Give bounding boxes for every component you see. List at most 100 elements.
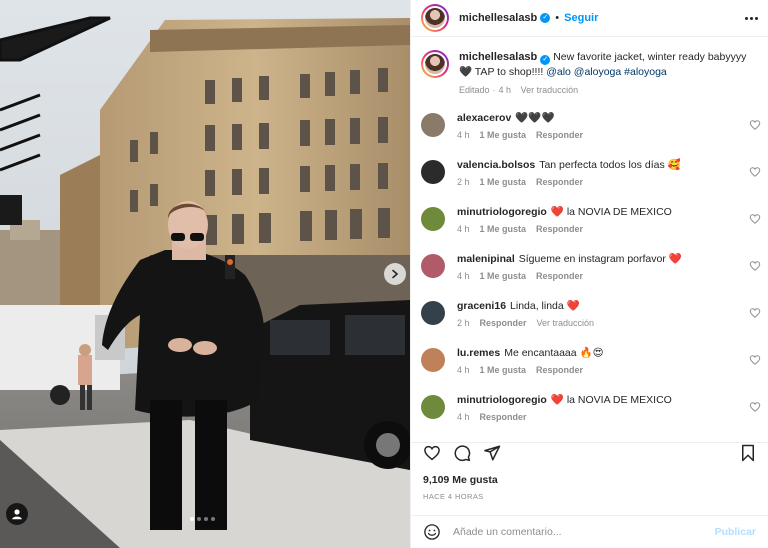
comment-text-line: malenipinal Sígueme en instagram porfavor…: [457, 252, 761, 266]
like-comment-heart-icon[interactable]: [749, 119, 761, 131]
like-comment-heart-icon[interactable]: [749, 307, 761, 319]
comment-text-line: lu.remes Me encantaaaa 🔥😍: [457, 346, 761, 360]
commenter-username[interactable]: minutriologoregio: [457, 394, 547, 406]
caption-mentions[interactable]: @alo @aloyoga #aloyoga: [546, 66, 667, 78]
author-avatar[interactable]: [421, 4, 449, 32]
comment-text: ❤️ la NOVIA DE MEXICO: [550, 394, 672, 406]
comment-likes[interactable]: 1 Me gusta: [480, 365, 527, 375]
tagged-users-button[interactable]: [6, 503, 28, 525]
reply-button[interactable]: Responder: [480, 412, 527, 422]
comment-body: valencia.bolsos Tan perfecta todos los dí…: [457, 158, 761, 187]
add-comment-bar: Publicar: [411, 515, 768, 548]
comment-item: graceni16 Linda, linda ❤️ 2 h Responder Ver …: [421, 299, 761, 328]
comment-item: minutriologoregio ❤️ la NOVIA DE MEXICO 4 …: [421, 393, 761, 422]
comment-time[interactable]: 4 h: [457, 365, 470, 375]
post-header: michellesalasb ✓ • Seguir: [411, 0, 768, 37]
comment-text: ❤️ la NOVIA DE MEXICO: [550, 206, 672, 218]
reply-button[interactable]: Responder: [536, 365, 583, 375]
comment-input[interactable]: [453, 526, 715, 538]
commenter-avatar[interactable]: [421, 207, 445, 231]
comment-text-line: valencia.bolsos Tan perfecta todos los dí…: [457, 158, 761, 172]
comment-meta: 4 h 1 Me gusta Responder: [457, 130, 761, 140]
comment-time[interactable]: 2 h: [457, 177, 470, 187]
comment-bubble-icon[interactable]: [453, 444, 471, 462]
reply-button[interactable]: Responder: [480, 318, 527, 328]
comment-likes[interactable]: 1 Me gusta: [480, 271, 527, 281]
caption-time[interactable]: 4 h: [499, 85, 512, 95]
publish-button[interactable]: Publicar: [715, 526, 756, 538]
comment-time[interactable]: 2 h: [457, 318, 470, 328]
like-comment-heart-icon[interactable]: [749, 354, 761, 366]
comment-time[interactable]: 4 h: [457, 412, 470, 422]
commenter-username[interactable]: lu.remes: [457, 347, 500, 359]
like-comment-heart-icon[interactable]: [749, 213, 761, 225]
carousel-dot: [204, 517, 208, 521]
reply-button[interactable]: Responder: [536, 177, 583, 187]
like-heart-icon[interactable]: [423, 444, 441, 462]
verified-badge-icon: ✓: [540, 55, 551, 65]
like-comment-heart-icon[interactable]: [749, 401, 761, 413]
commenter-avatar[interactable]: [421, 160, 445, 184]
reply-button[interactable]: Responder: [536, 130, 583, 140]
comment-text-line: minutriologoregio ❤️ la NOVIA DE MEXICO: [457, 205, 761, 219]
chevron-right-icon: [392, 269, 399, 279]
comment-meta: 4 h 1 Me gusta Responder: [457, 224, 761, 234]
translate-link[interactable]: Ver traducción: [537, 318, 595, 328]
translate-link[interactable]: Ver traducción: [521, 85, 579, 95]
comment-body: minutriologoregio ❤️ la NOVIA DE MEXICO 4 …: [457, 205, 761, 234]
commenter-avatar[interactable]: [421, 395, 445, 419]
more-options-icon[interactable]: [745, 16, 758, 20]
comment-likes[interactable]: 1 Me gusta: [480, 224, 527, 234]
comment-item: valencia.bolsos Tan perfecta todos los dí…: [421, 158, 761, 187]
comment-item: lu.remes Me encantaaaa 🔥😍 4 h 1 Me gusta Res…: [421, 346, 761, 375]
comment-time[interactable]: 4 h: [457, 271, 470, 281]
comment-text-line: graceni16 Linda, linda ❤️: [457, 299, 761, 313]
comment-item: alexacerov 🖤🖤🖤 4 h 1 Me gusta Responder: [421, 111, 761, 140]
emoji-picker-icon[interactable]: [423, 523, 441, 541]
comment-text-line: minutriologoregio ❤️ la NOVIA DE MEXICO: [457, 393, 761, 407]
share-paper-plane-icon[interactable]: [483, 444, 501, 462]
comment-time[interactable]: 4 h: [457, 224, 470, 234]
comment-likes[interactable]: 1 Me gusta: [480, 130, 527, 140]
reply-button[interactable]: Responder: [536, 224, 583, 234]
instagram-post: michellesalasb ✓ • Seguir michellesalasb…: [0, 0, 768, 548]
caption-meta: Editado · 4 h Ver traducción: [459, 85, 759, 95]
save-bookmark-icon[interactable]: [740, 444, 756, 462]
next-photo-button[interactable]: [384, 263, 406, 285]
like-comment-heart-icon[interactable]: [749, 260, 761, 272]
reply-button[interactable]: Responder: [536, 271, 583, 281]
comment-meta: 4 h 1 Me gusta Responder: [457, 271, 761, 281]
author-username[interactable]: michellesalasb: [459, 12, 537, 24]
commenter-username[interactable]: valencia.bolsos: [457, 159, 535, 171]
comment-meta: 2 h Responder Ver traducción: [457, 318, 761, 328]
comment-time[interactable]: 4 h: [457, 130, 470, 140]
commenter-avatar[interactable]: [421, 254, 445, 278]
comment-body: alexacerov 🖤🖤🖤 4 h 1 Me gusta Responder: [457, 111, 761, 140]
like-comment-heart-icon[interactable]: [749, 166, 761, 178]
carousel-dot: [211, 517, 215, 521]
caption-username[interactable]: michellesalasb: [459, 51, 537, 63]
commenter-avatar[interactable]: [421, 113, 445, 137]
caption-text: michellesalasb ✓ New favorite jacket, win…: [459, 50, 759, 79]
comment-body: minutriologoregio ❤️ la NOVIA DE MEXICO 4 …: [457, 393, 761, 422]
likes-count[interactable]: 9,109 Me gusta: [423, 474, 498, 486]
comment-meta: 4 h Responder: [457, 412, 761, 422]
comments-thread[interactable]: michellesalasb ✓ New favorite jacket, win…: [411, 38, 768, 443]
comment-text: 🖤🖤🖤: [515, 112, 555, 124]
user-icon: [12, 509, 22, 520]
comment-item: malenipinal Sígueme en instagram porfavor…: [421, 252, 761, 281]
post-timestamp: HACE 4 HORAS: [423, 492, 484, 501]
post-photo[interactable]: [0, 0, 410, 548]
comment-text: Tan perfecta todos los días 🥰: [539, 159, 681, 171]
commenter-username[interactable]: minutriologoregio: [457, 206, 547, 218]
meta-separator: ·: [492, 85, 496, 95]
caption-author-avatar[interactable]: [421, 50, 449, 78]
commenter-username[interactable]: alexacerov: [457, 112, 511, 124]
commenter-avatar[interactable]: [421, 301, 445, 325]
commenter-avatar[interactable]: [421, 348, 445, 372]
comment-likes[interactable]: 1 Me gusta: [480, 177, 527, 187]
commenter-username[interactable]: malenipinal: [457, 253, 515, 265]
commenter-username[interactable]: graceni16: [457, 300, 506, 312]
comment-body: malenipinal Sígueme en instagram porfavor…: [457, 252, 761, 281]
follow-button[interactable]: Seguir: [564, 12, 598, 24]
